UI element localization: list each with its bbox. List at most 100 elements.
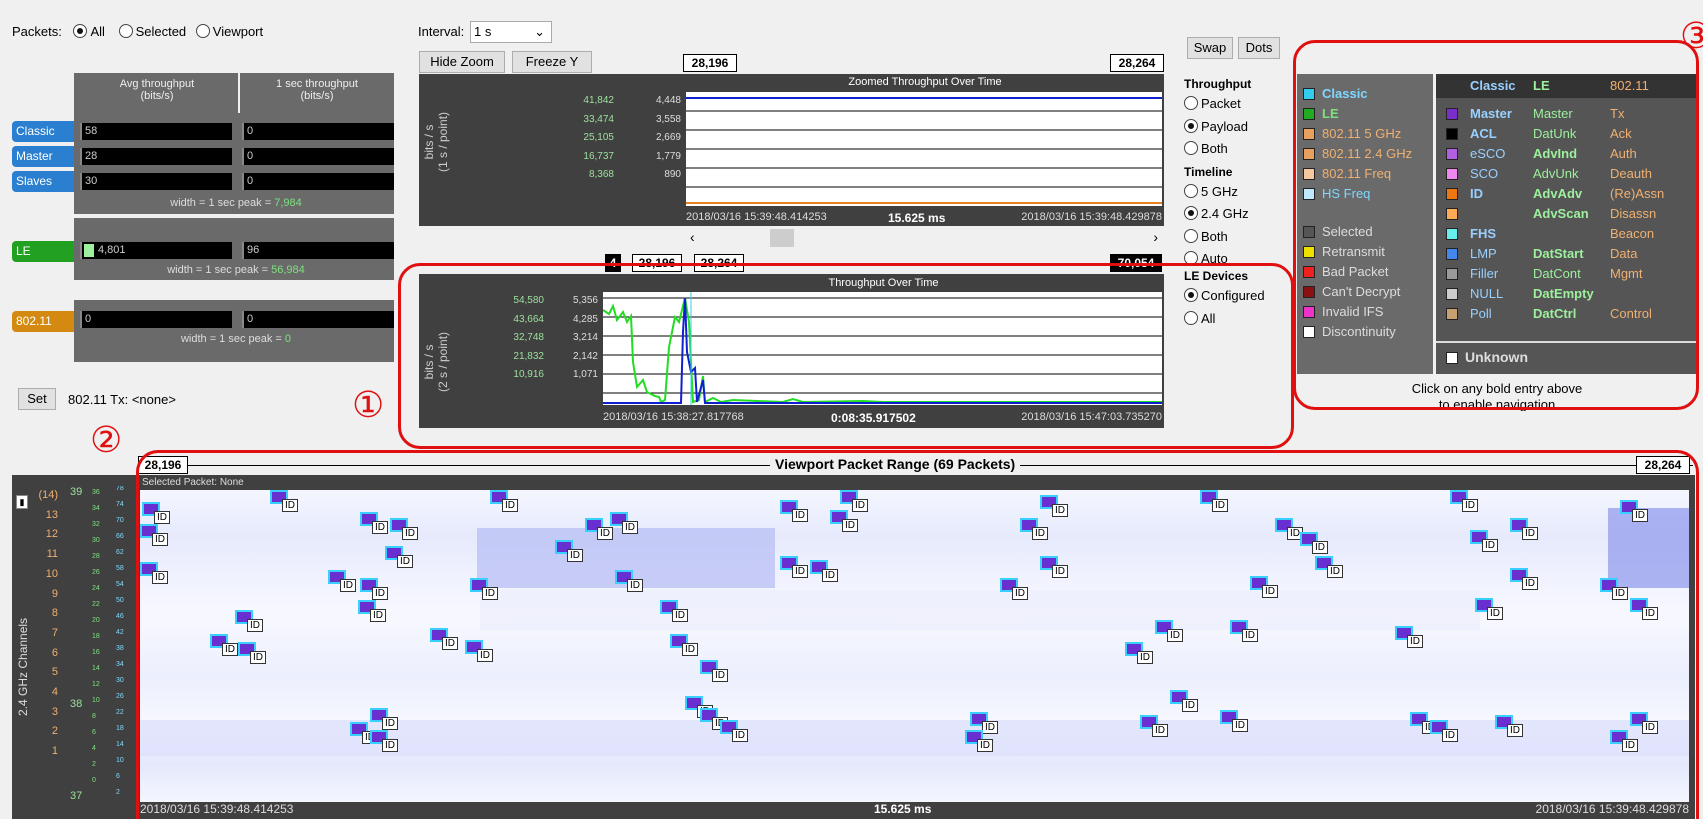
classic-sec-field: 0	[242, 123, 394, 140]
le-channel-top: 39	[70, 486, 83, 498]
svg-text:12: 12	[92, 681, 100, 688]
wifi-tx-text: 802.11 Tx: <none>	[68, 392, 176, 407]
svg-text:36: 36	[92, 489, 100, 496]
radio-selected[interactable]: Selected	[118, 24, 186, 39]
row-label-classic: Classic	[12, 121, 74, 142]
interval-label: Interval:	[418, 24, 465, 39]
svg-text:30: 30	[116, 677, 124, 684]
expand-toggle[interactable]: ▮	[16, 495, 28, 509]
master-sec-field: 0	[242, 148, 394, 165]
radio-5ghz[interactable]: 5 GHz	[1184, 181, 1265, 204]
svg-text:58: 58	[116, 565, 124, 572]
row-label-wifi: 802.11	[12, 311, 74, 332]
svg-text:18: 18	[92, 633, 100, 640]
svg-text:6: 6	[92, 729, 96, 736]
avg-throughput-header: Avg throughput (bits/s)	[119, 78, 195, 102]
le-peak-text: width = 1 sec peak = 56,984	[167, 264, 305, 276]
scroll-left-icon[interactable]: ‹	[690, 229, 695, 245]
zoom-ticks-b: 4,448 3,558 2,669 1,779 890	[655, 95, 681, 180]
freeze-y-button[interactable]: Freeze Y	[512, 51, 592, 73]
row-label-le: LE	[12, 241, 74, 262]
svg-text:38: 38	[116, 645, 124, 652]
set-button[interactable]: Set	[18, 388, 56, 410]
annotation-2: ②	[90, 420, 123, 461]
svg-text:0: 0	[92, 777, 96, 784]
svg-text:26: 26	[116, 693, 124, 700]
wifi-channel-ticks: (14) 13 12 11 10 9 8 7 6 5 4 3 2 1	[38, 489, 58, 758]
master-avg-field: 28	[80, 148, 232, 165]
le-channel-mid: 38	[70, 698, 83, 710]
zoom-left-marker: 28,196	[683, 54, 737, 72]
svg-text:26: 26	[92, 569, 100, 576]
row-label-master: Master	[12, 146, 74, 167]
radio-auto[interactable]: Auto	[1184, 248, 1265, 264]
svg-text:2: 2	[92, 761, 96, 768]
scroll-right-icon[interactable]: ›	[1153, 229, 1158, 245]
svg-text:46: 46	[116, 613, 124, 620]
svg-text:10: 10	[92, 697, 100, 704]
svg-text:22: 22	[116, 709, 124, 716]
slaves-sec-field: 0	[242, 173, 394, 190]
svg-text:42: 42	[116, 629, 124, 636]
radio-viewport[interactable]: Viewport	[195, 24, 263, 39]
interval-select[interactable]: 1 s ⌄	[470, 21, 552, 43]
row-label-slaves: Slaves	[12, 171, 74, 192]
zoom-ticks-a: 41,842 33,474 25,105 16,737 8,368	[583, 95, 614, 180]
packets-filter: Packets: All Selected Viewport	[12, 24, 263, 39]
svg-text:34: 34	[116, 661, 124, 668]
svg-text:28: 28	[92, 553, 100, 560]
svg-text:30: 30	[92, 537, 100, 544]
timeline-heading: Timeline	[1184, 164, 1233, 179]
hide-zoom-button[interactable]: Hide Zoom	[419, 51, 505, 73]
svg-text:16: 16	[92, 649, 100, 656]
packets-label: Packets:	[12, 24, 62, 39]
svg-text:4: 4	[92, 745, 96, 752]
svg-text:10: 10	[116, 757, 124, 764]
zoom-ylabel: bits / s (1 s / point)	[422, 111, 450, 172]
svg-text:32: 32	[92, 521, 100, 528]
svg-text:78: 78	[116, 486, 124, 492]
annotation-1: ①	[352, 385, 385, 426]
svg-text:24: 24	[92, 585, 100, 592]
svg-text:14: 14	[92, 665, 100, 672]
highlight-region-2	[136, 450, 1699, 819]
sec-throughput-header: 1 sec throughput (bits/s)	[276, 78, 358, 102]
radio-24ghz[interactable]: 2.4 GHz	[1184, 203, 1265, 226]
dots-button[interactable]: Dots	[1238, 37, 1280, 59]
svg-text:66: 66	[116, 533, 124, 540]
classic-avg-field: 58	[80, 123, 232, 140]
wifi-peak-text: width = 1 sec peak = 0	[180, 333, 292, 345]
classic-channel-ticks: 36 34 32 30 28 26 24 22 20 18 16 14 12 10 8 6 4 2 0 78 74 70…	[92, 486, 136, 802]
le-avg-field: 4,801	[80, 242, 232, 259]
svg-text:14: 14	[116, 741, 124, 748]
zoom-plot-area	[686, 92, 1162, 206]
le-channel-bottom: 37	[70, 790, 83, 802]
zoom-scrollbar[interactable]: ‹ ›	[686, 229, 1162, 247]
swap-button[interactable]: Swap	[1187, 37, 1233, 59]
svg-text:54: 54	[116, 581, 124, 588]
channels-ylabel: 2.4 GHz Channels	[16, 617, 30, 716]
radio-all[interactable]: All	[73, 24, 105, 39]
svg-text:70: 70	[116, 517, 124, 524]
chevron-down-icon: ⌄	[534, 24, 545, 39]
wifi-avg-field: 0	[80, 311, 232, 328]
svg-text:62: 62	[116, 549, 124, 556]
svg-text:20: 20	[92, 617, 100, 624]
svg-text:34: 34	[92, 505, 100, 512]
radio-packet[interactable]: Packet	[1184, 93, 1265, 116]
classic-peak-text: width = 1 sec peak = 7,984	[170, 197, 302, 209]
radio-timeline-both[interactable]: Both	[1184, 226, 1265, 249]
zoom-right-marker: 28,264	[1110, 54, 1164, 72]
svg-text:18: 18	[116, 725, 124, 732]
svg-text:50: 50	[116, 597, 124, 604]
annotation-3: ③	[1680, 16, 1703, 57]
svg-text:2: 2	[116, 789, 120, 796]
svg-text:6: 6	[116, 773, 120, 780]
radio-both[interactable]: Both	[1184, 138, 1265, 161]
zoom-plot-title: Zoomed Throughput Over Time	[848, 76, 1002, 88]
radio-payload[interactable]: Payload	[1184, 116, 1265, 139]
wifi-sec-field: 0	[242, 311, 394, 328]
highlight-region-3	[1293, 40, 1699, 410]
scroll-thumb[interactable]	[770, 229, 794, 247]
svg-text:74: 74	[116, 501, 124, 508]
